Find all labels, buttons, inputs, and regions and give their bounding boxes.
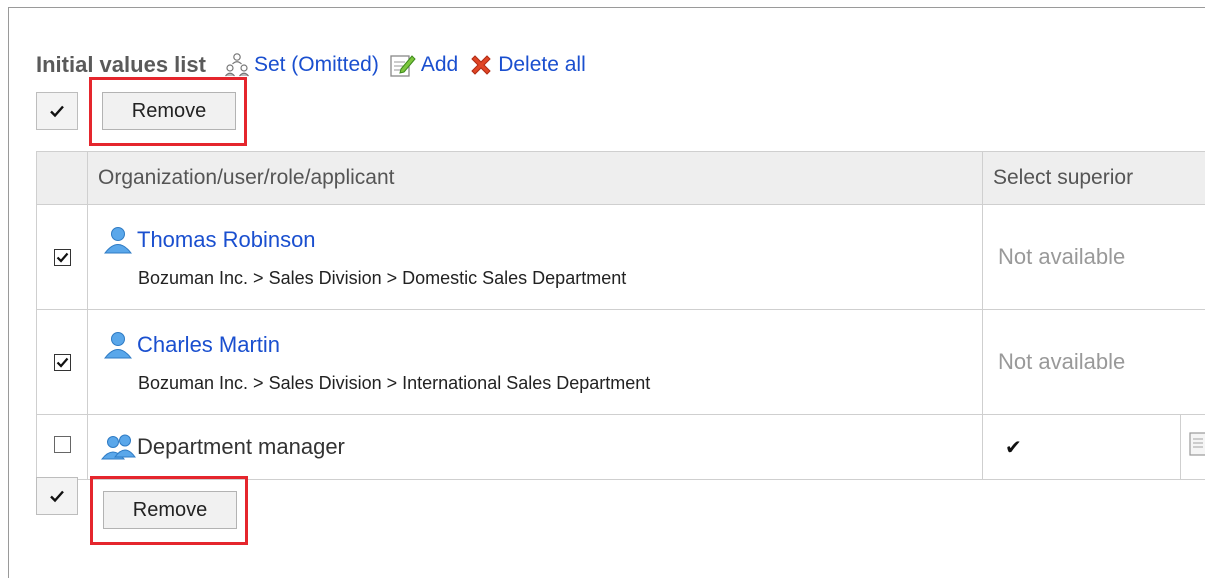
checkmark-icon [56,252,69,263]
user-icon [101,226,135,254]
select-superior-cell: ✔ [983,415,1181,480]
entry-cell: Charles Martin Bozuman Inc. > Sales Divi… [88,310,983,415]
user-link[interactable]: Charles Martin [137,332,280,358]
table-row: Charles Martin Bozuman Inc. > Sales Divi… [37,310,1205,415]
highlight-box-bottom [90,476,248,545]
user-icon [101,331,135,359]
organization-path: Bozuman Inc. > Sales Division > Domestic… [89,268,981,289]
select-superior-value: Not available [984,349,1125,374]
set-label: Set (Omitted) [254,53,379,77]
table-header-row: Organization/user/role/applicant Select … [37,152,1205,205]
role-name: Department manager [137,434,345,460]
row-checkbox[interactable] [54,249,71,266]
table-row: Thomas Robinson Bozuman Inc. > Sales Div… [37,205,1205,310]
page-title: Initial values list [36,52,206,78]
organization-path: Bozuman Inc. > Sales Division > Internat… [89,373,981,394]
row-checkbox[interactable] [54,436,71,453]
delete-all-link[interactable]: Delete all [468,52,586,78]
select-superior-check: ✔ [1005,437,1022,459]
column-header-select-superior: Select superior [983,152,1205,205]
delete-x-icon [468,52,494,78]
table-row: Department manager ✔ [37,415,1205,480]
document-icon[interactable] [1189,432,1205,456]
row-checkbox-cell [37,310,88,415]
entry-cell: Department manager [88,415,983,480]
column-header-name: Organization/user/role/applicant [88,152,983,205]
row-checkbox-cell [37,415,88,480]
users-icon [224,52,250,78]
select-all-button-top[interactable] [36,92,78,130]
checkbox-header [37,152,88,205]
add-label: Add [421,53,458,77]
edit-note-icon [389,52,417,78]
initial-values-table: Organization/user/role/applicant Select … [36,151,1205,480]
role-group-icon [101,434,137,460]
row-checkbox-cell [37,205,88,310]
user-link[interactable]: Thomas Robinson [137,227,316,253]
highlight-box-top [89,77,247,146]
entry-cell: Thomas Robinson Bozuman Inc. > Sales Div… [88,205,983,310]
add-link[interactable]: Add [389,52,458,78]
checkmark-icon [49,104,65,118]
delete-all-label: Delete all [498,53,586,77]
select-superior-cell: Not available [983,205,1205,310]
select-superior-value: Not available [984,244,1125,269]
select-all-button-bottom[interactable] [36,477,78,515]
checkmark-icon [56,357,69,368]
checkmark-icon [49,489,65,503]
select-superior-cell: Not available [983,310,1205,415]
row-checkbox[interactable] [54,354,71,371]
detail-cell [1181,415,1205,480]
set-link[interactable]: Set (Omitted) [224,52,379,78]
